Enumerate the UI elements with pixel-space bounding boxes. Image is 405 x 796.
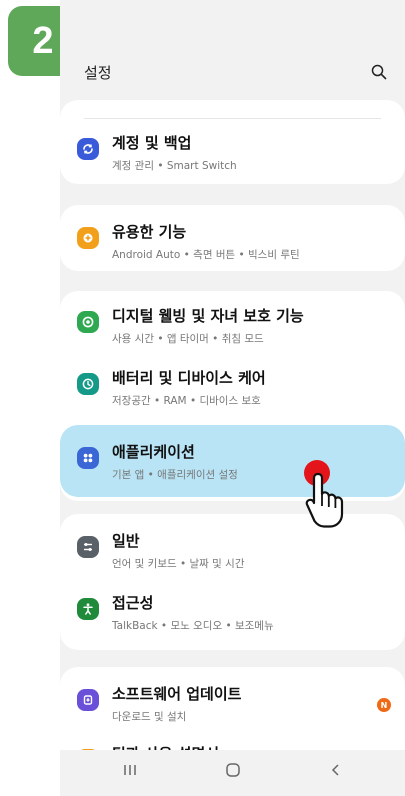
divider — [84, 118, 381, 119]
item-label: 배터리 및 디바이스 케어 — [112, 369, 266, 387]
item-label: 소프트웨어 업데이트 — [112, 685, 242, 703]
settings-item-accessibility[interactable]: 접근성 TalkBack • 모노 오디오 • 보조메뉴 — [60, 582, 405, 644]
card-accounts: 계정 및 백업 계정 관리 • Smart Switch — [60, 100, 405, 184]
item-subtitle: 다운로드 및 설치 — [112, 711, 187, 723]
item-label: 계정 및 백업 — [112, 134, 192, 152]
hand-pointer-icon — [305, 472, 344, 528]
new-badge: N — [377, 698, 391, 712]
item-label: 일반 — [112, 532, 140, 550]
navigation-bar — [60, 750, 405, 796]
item-label: 애플리케이션 — [112, 443, 195, 461]
settings-item-battery[interactable]: 배터리 및 디바이스 케어 저장공간 • RAM • 디바이스 보호 — [60, 357, 405, 419]
item-subtitle: 언어 및 키보드 • 날짜 및 시간 — [112, 558, 245, 570]
settings-screen: 설정 계정 및 백업 계정 관리 • Smart Switch 유용한 기능 A… — [60, 0, 405, 796]
settings-item-apps[interactable]: 애플리케이션 기본 앱 • 애플리케이션 설정 — [60, 431, 405, 493]
back-icon[interactable] — [328, 762, 344, 778]
item-subtitle: Android Auto • 측면 버튼 • 빅스비 루틴 — [112, 249, 300, 261]
settings-item-accounts[interactable]: 계정 및 백업 계정 관리 • Smart Switch — [60, 122, 405, 184]
sync-icon — [77, 138, 99, 160]
settings-item-advanced[interactable]: 유용한 기능 Android Auto • 측면 버튼 • 빅스비 루틴 — [60, 211, 405, 273]
accessibility-icon — [77, 598, 99, 620]
item-label: 디지털 웰빙 및 자녀 보호 기능 — [112, 307, 304, 325]
item-label: 유용한 기능 — [112, 223, 187, 241]
item-subtitle: 사용 시간 • 앱 타이머 • 취침 모드 — [112, 333, 264, 345]
gear-plus-icon — [77, 227, 99, 249]
settings-item-update[interactable]: 소프트웨어 업데이트 다운로드 및 설치 N — [60, 673, 405, 735]
search-icon[interactable] — [371, 64, 387, 80]
item-subtitle: 기본 앱 • 애플리케이션 설정 — [112, 469, 238, 481]
card-advanced: 유용한 기능 Android Auto • 측면 버튼 • 빅스비 루틴 — [60, 205, 405, 271]
settings-item-wellbeing[interactable]: 디지털 웰빙 및 자녀 보호 기능 사용 시간 • 앱 타이머 • 취침 모드 — [60, 295, 405, 357]
settings-item-general[interactable]: 일반 언어 및 키보드 • 날짜 및 시간 — [60, 520, 405, 582]
item-subtitle: TalkBack • 모노 오디오 • 보조메뉴 — [112, 620, 274, 632]
settings-header: 설정 — [60, 58, 405, 94]
apps-grid-icon — [77, 447, 99, 469]
card-general: 일반 언어 및 키보드 • 날짜 및 시간 접근성 TalkBack • 모노 … — [60, 514, 405, 650]
item-label: 접근성 — [112, 594, 154, 612]
item-subtitle: 저장공간 • RAM • 디바이스 보호 — [112, 395, 261, 407]
item-subtitle: 계정 관리 • Smart Switch — [112, 160, 237, 172]
recent-apps-icon[interactable] — [122, 762, 138, 778]
sliders-icon — [77, 536, 99, 558]
wellbeing-icon — [77, 311, 99, 333]
update-icon — [77, 689, 99, 711]
page-title: 설정 — [84, 64, 112, 82]
home-icon[interactable] — [225, 762, 241, 778]
device-care-icon — [77, 373, 99, 395]
